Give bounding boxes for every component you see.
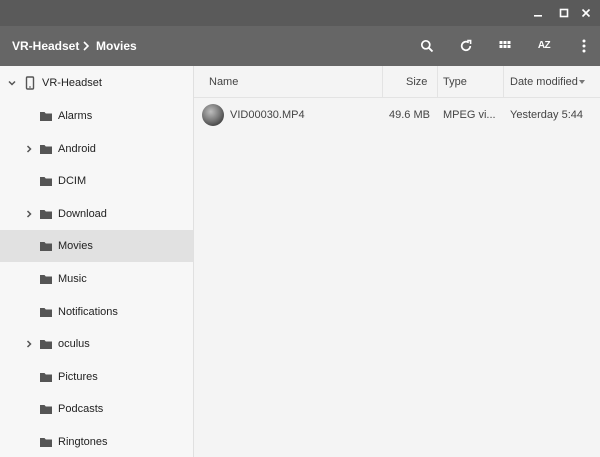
sidebar: VR-Headset Alarms Android DCIM Download Movi… [0,66,194,457]
sidebar-item-notifications[interactable]: Notifications [0,296,193,328]
sidebar-item-download[interactable]: Download [0,198,193,230]
chevron-down-icon[interactable] [6,77,18,89]
sidebar-item-pictures[interactable]: Pictures [0,361,193,393]
sidebar-item-label: Alarms [58,110,93,122]
close-icon[interactable] [577,4,595,22]
column-header-type[interactable]: Type [443,66,467,98]
sidebar-item-android[interactable]: Android [0,133,193,165]
video-thumbnail [202,104,224,126]
folder-icon [39,435,53,449]
breadcrumb-current[interactable]: Movies [96,26,137,66]
folder-icon [39,239,53,253]
sort-az-icon[interactable]: AZ [534,36,554,56]
folder-icon [39,272,53,286]
file-list: Name Size Type Date modified VID00030.MP… [194,66,600,457]
column-divider[interactable] [382,66,383,98]
column-divider[interactable] [437,66,438,98]
column-header-name[interactable]: Name [209,66,238,98]
column-header-date[interactable]: Date modified [510,66,578,98]
refresh-icon[interactable] [456,36,476,56]
folder-icon [39,402,53,416]
sidebar-item-label: Android [58,142,96,155]
chevron-right-icon[interactable] [23,208,35,220]
toolbar: VR-Headset Movies AZ [0,26,600,66]
sidebar-item-podcasts[interactable]: Podcasts [0,393,193,425]
sort-az-label: AZ [537,40,551,51]
folder-icon [39,305,53,319]
minimize-icon[interactable] [529,4,547,22]
file-type: MPEG vi... [443,109,496,121]
window-titlebar [0,0,600,26]
folder-icon [39,370,53,384]
sidebar-item-label: oculus [58,338,90,351]
file-date: Yesterday 5:44 [510,109,583,121]
file-name: VID00030.MP4 [230,109,305,121]
sidebar-item-music[interactable]: Music [0,263,193,295]
chevron-right-icon[interactable] [23,143,35,155]
folder-icon [39,142,53,156]
phone-icon [23,76,37,90]
sort-down-icon[interactable] [579,80,585,84]
folder-icon [39,337,53,351]
file-size: 49.6 MB [389,109,430,121]
search-icon[interactable] [417,36,437,56]
folder-icon [39,174,53,188]
chevron-right-icon[interactable] [23,338,35,350]
folder-icon [39,109,53,123]
sidebar-item-label: Music [58,273,87,285]
sidebar-item-label: DCIM [58,175,87,188]
sidebar-item-label: Notifications [58,305,118,318]
maximize-icon[interactable] [555,4,573,22]
sidebar-item-ringtones[interactable]: Ringtones [0,426,193,457]
chevron-right-icon [80,40,92,52]
sidebar-item-label: Download [58,207,107,220]
table-header: Name Size Type Date modified [194,66,600,98]
folder-icon [39,207,53,221]
grid-view-icon[interactable] [495,36,515,56]
table-row[interactable]: VID00030.MP4 49.6 MB MPEG vi... Yesterda… [194,99,600,131]
sidebar-item-label: Podcasts [58,403,104,416]
sidebar-item-movies[interactable]: Movies [0,230,193,263]
column-header-size[interactable]: Size [406,66,427,98]
sidebar-item-label: Movies [58,240,93,253]
breadcrumb-root[interactable]: VR-Headset [12,26,79,66]
more-vert-icon[interactable] [574,36,594,56]
sidebar-item-label: VR-Headset [42,77,102,89]
sidebar-item-label: Ringtones [58,436,108,448]
column-divider[interactable] [503,66,504,98]
sidebar-item-oculus[interactable]: oculus [0,328,193,360]
sidebar-item-vr-headset[interactable]: VR-Headset [0,67,193,99]
sidebar-item-label: Pictures [58,370,98,383]
sidebar-item-dcim[interactable]: DCIM [0,165,193,197]
sidebar-item-alarms[interactable]: Alarms [0,100,193,132]
